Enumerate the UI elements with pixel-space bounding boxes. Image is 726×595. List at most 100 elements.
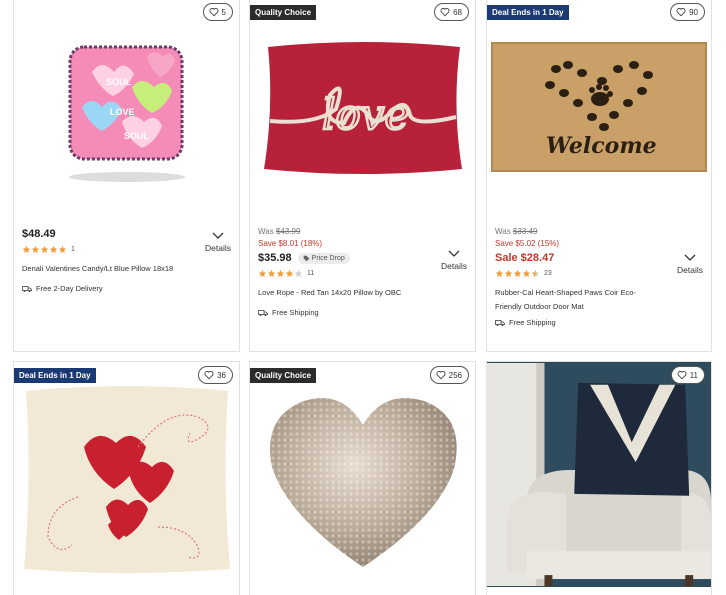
favorite-button[interactable]: 256 [429,366,469,384]
product-info: Was $33.49 Save $5.02 (15%) Sale $28.47 … [495,227,703,327]
product-info: $48.49 1 Denali Valentines Candy/Lt Blue… [22,228,231,293]
savings-text: Save $5.02 (15%) [495,239,560,248]
details-label: Details [205,243,231,253]
price-drop-label: Price Drop [311,254,345,262]
details-button[interactable]: Details [677,254,703,275]
heart-outline-icon [209,8,218,17]
favorite-count: 36 [217,370,226,380]
star-rating [495,269,540,278]
svg-text:LOVE: LOVE [110,107,135,117]
product-image[interactable] [487,362,711,587]
doormat-text: Welcome [546,133,657,159]
product-name-line: Rubber-Cal Heart-Shaped Paws Coir Eco- [495,288,636,297]
svg-text:love: love [322,90,409,139]
star-icon [258,269,267,277]
was-label: Was [258,227,274,236]
price-row: $35.98 Price Drop [258,252,467,264]
savings-text: Save $8.01 (18%) [258,239,323,248]
star-icon [495,269,504,277]
favorite-button[interactable]: 11 [670,366,705,384]
shipping-info: Free Shipping [258,308,467,317]
product-card[interactable]: Quality Choice 256 [249,361,476,595]
heart-outline-icon [677,371,687,380]
favorite-count: 68 [453,7,462,17]
product-card[interactable]: 11 [486,361,712,595]
truck-icon [258,309,268,316]
product-image[interactable]: love [250,0,475,214]
star-icon [504,269,513,277]
heart-outline-icon [676,8,686,17]
details-button[interactable]: Details [441,250,467,271]
product-card[interactable]: love Quality Choice 68 Was $43.99 Save $… [249,0,476,352]
price-row: Sale $28.47 [495,252,703,264]
original-price: $33.49 [512,227,538,236]
was-label: Was [495,227,511,236]
favorite-count: 90 [689,7,698,17]
welcome-doormat-image: Welcome [491,41,707,172]
candy-hearts-pillow-image: SOUL LOVE SOUL [68,45,185,182]
price: $48.49 [22,228,56,240]
product-card[interactable]: Welcome Deal Ends in 1 Day 90 Was $33.49… [486,0,712,352]
product-name-link[interactable]: Love Rope - Red Tan 14x20 Pillow by OBC [258,286,467,300]
sequin-heart-pillow-image [269,398,457,567]
quality-choice-badge: Quality Choice [250,5,317,20]
star-icon [40,245,49,253]
chevron-down-icon [448,250,460,257]
star-icon [276,269,285,277]
rating-count: 1 [71,246,75,253]
product-image[interactable]: Welcome [487,0,711,214]
product-image[interactable] [14,362,239,592]
heart-outline-icon [204,371,214,380]
svg-text:SOUL: SOUL [106,77,132,87]
favorite-count: 11 [689,370,698,380]
quality-choice-badge: Quality Choice [250,368,317,383]
favorite-count: 256 [448,370,462,380]
shipping-label: Free Shipping [509,318,556,327]
rating[interactable]: 11 [258,269,467,278]
product-card[interactable]: Deal Ends in 1 Day 36 [13,361,240,595]
star-icon [513,269,522,277]
star-icon [58,245,67,253]
heart-outline-icon [436,371,446,380]
star-icon [531,269,540,277]
product-card[interactable]: SOUL LOVE SOUL 5 $48.49 1 Denali Valenti… [13,0,240,352]
star-rating [22,245,67,254]
svg-text:SOUL: SOUL [124,131,150,141]
tag-icon [303,255,309,261]
favorite-button[interactable]: 68 [434,3,469,21]
star-icon [522,269,531,277]
star-icon [267,269,276,277]
red-love-pillow-image: love [263,41,462,174]
deal-badge: Deal Ends in 1 Day [14,368,96,383]
shipping-info: Free Shipping [495,318,703,327]
shipping-info: Free 2-Day Delivery [22,284,231,293]
product-info: Was $43.99 Save $8.01 (18%) $35.98 Price… [258,227,467,317]
chevron-down-icon [212,232,224,239]
star-icon [31,245,40,253]
deal-badge: Deal Ends in 1 Day [487,5,569,20]
price-drop-tag: Price Drop [297,252,350,264]
rating-count: 11 [307,270,315,277]
favorite-button[interactable]: 5 [202,3,233,21]
favorite-button[interactable]: 90 [670,3,705,21]
truck-icon [495,319,505,326]
sale-price: Sale $28.47 [495,252,555,264]
original-price: $43.99 [275,227,301,236]
price: $35.98 [258,252,292,264]
product-image[interactable] [250,362,475,592]
rating[interactable]: 23 [495,269,703,278]
favorite-button[interactable]: 36 [198,366,233,384]
truck-icon [22,285,32,292]
star-icon [294,269,303,277]
product-image[interactable]: SOUL LOVE SOUL [14,0,239,214]
product-name-link[interactable]: Denali Valentines Candy/Lt Blue Pillow 1… [22,262,231,276]
rating[interactable]: 1 [22,245,231,254]
details-button[interactable]: Details [205,232,231,253]
was-price: Was $43.99 [258,227,467,236]
chevron-down-icon [684,254,696,261]
shipping-label: Free Shipping [272,308,319,317]
product-name-link[interactable]: Rubber-Cal Heart-Shaped Paws Coir Eco- F… [495,286,703,314]
heart-outline-icon [440,8,450,17]
star-icon [49,245,58,253]
product-name-line: Friendly Outdoor Door Mat [495,302,584,311]
